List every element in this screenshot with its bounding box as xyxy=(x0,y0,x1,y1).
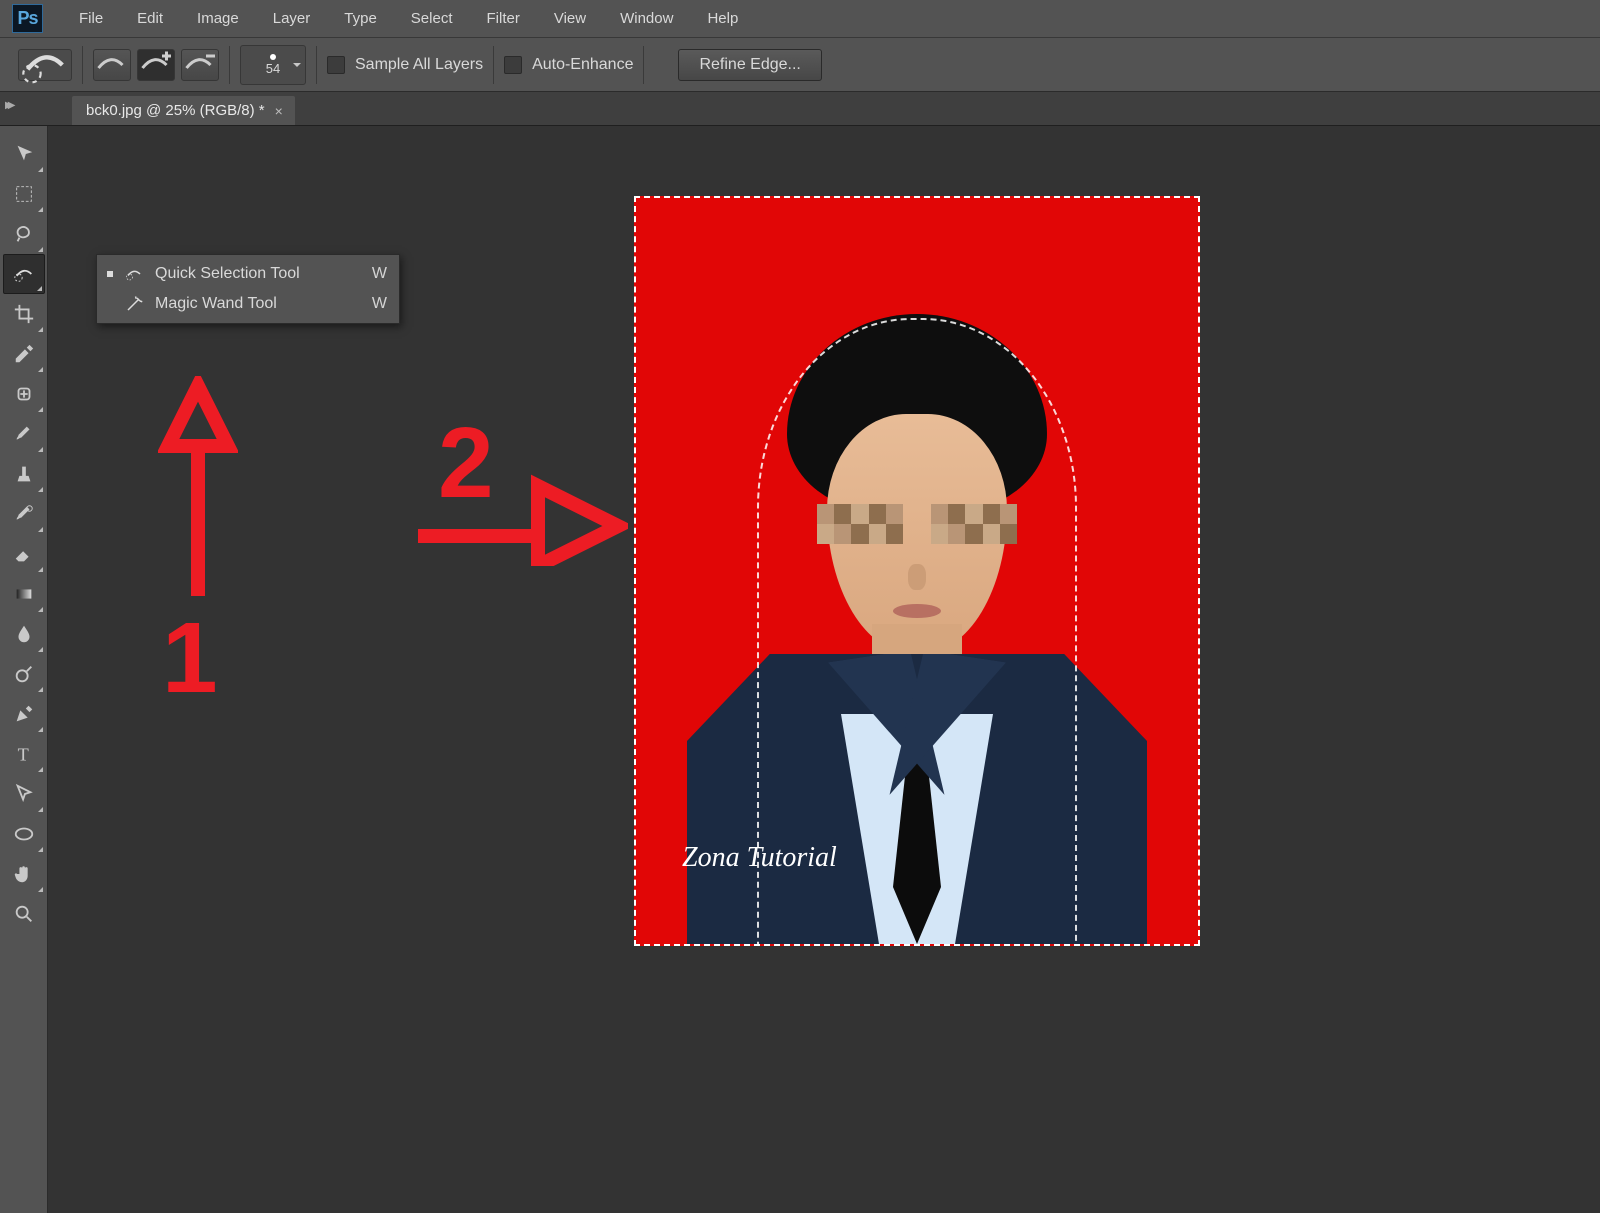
canvas-area[interactable]: Quick Selection Tool W Magic Wand Tool W… xyxy=(48,126,1600,1213)
annotation-number-2: 2 xyxy=(438,406,494,521)
menu-item-layer[interactable]: Layer xyxy=(257,5,327,32)
sample-all-layers-label: Sample All Layers xyxy=(355,56,483,74)
checkbox-sample-all-layers[interactable] xyxy=(327,56,345,74)
checkbox-auto-enhance[interactable] xyxy=(504,56,522,74)
menu-item-filter[interactable]: Filter xyxy=(471,5,536,32)
subtract-selection-button[interactable] xyxy=(181,49,219,81)
sample-all-layers-option[interactable]: Sample All Layers xyxy=(327,46,494,84)
type-tool[interactable]: T xyxy=(3,734,45,774)
new-selection-button[interactable] xyxy=(93,49,131,81)
dodge-tool[interactable] xyxy=(3,654,45,694)
selected-marker-icon xyxy=(107,271,113,277)
menu-item-help[interactable]: Help xyxy=(691,5,754,32)
menu-item-window[interactable]: Window xyxy=(604,5,689,32)
clone-stamp-tool[interactable] xyxy=(3,454,45,494)
flyout-item-quick-selection[interactable]: Quick Selection Tool W xyxy=(97,259,399,289)
healing-brush-tool[interactable] xyxy=(3,374,45,414)
close-icon[interactable]: × xyxy=(275,103,283,119)
crop-tool[interactable] xyxy=(3,294,45,334)
auto-enhance-label: Auto-Enhance xyxy=(532,56,633,74)
flyout-item-magic-wand[interactable]: Magic Wand Tool W xyxy=(97,289,399,319)
refine-edge-button[interactable]: Refine Edge... xyxy=(678,49,821,81)
zoom-tool[interactable] xyxy=(3,894,45,934)
menu-item-view[interactable]: View xyxy=(538,5,602,32)
flyout-label: Quick Selection Tool xyxy=(155,265,362,283)
app-logo: Ps xyxy=(12,4,43,33)
quick-selection-icon xyxy=(123,265,145,283)
flyout-shortcut: W xyxy=(372,265,387,283)
hand-tool[interactable] xyxy=(3,854,45,894)
selection-mode-group xyxy=(93,46,230,84)
annotation-arrow-1 xyxy=(158,376,238,596)
tool-flyout-menu: Quick Selection Tool W Magic Wand Tool W xyxy=(96,254,400,324)
eraser-tool[interactable] xyxy=(3,534,45,574)
workspace: T Quick Selection Tool W Magic Wand Tool… xyxy=(0,126,1600,1213)
toolbox: T xyxy=(0,126,48,1213)
move-tool[interactable] xyxy=(3,134,45,174)
app-logo-text: Ps xyxy=(17,8,37,29)
brush-size-value: 54 xyxy=(266,62,280,75)
menu-item-type[interactable]: Type xyxy=(328,5,393,32)
chevron-down-icon xyxy=(293,63,301,67)
menu-item-select[interactable]: Select xyxy=(395,5,469,32)
flyout-label: Magic Wand Tool xyxy=(155,295,362,313)
annotation-number-1: 1 xyxy=(162,601,218,716)
pixelated-eyes-left xyxy=(817,504,903,544)
path-selection-tool[interactable] xyxy=(3,774,45,814)
menu-item-image[interactable]: Image xyxy=(181,5,255,32)
options-bar: 54 Sample All Layers Auto-Enhance Refine… xyxy=(0,37,1600,92)
brush-picker[interactable]: 54 xyxy=(240,46,317,84)
menu-item-file[interactable]: File xyxy=(63,5,119,32)
gradient-tool[interactable] xyxy=(3,574,45,614)
brush-dot-icon xyxy=(270,54,276,60)
brush-tool[interactable] xyxy=(3,414,45,454)
quick-selection-icon xyxy=(18,49,72,81)
document-tab-title: bck0.jpg @ 25% (RGB/8) * xyxy=(86,102,265,119)
document-canvas[interactable]: Zona Tutorial xyxy=(634,196,1200,946)
shape-tool[interactable] xyxy=(3,814,45,854)
pixelated-eyes-right xyxy=(931,504,1017,544)
eyedropper-tool[interactable] xyxy=(3,334,45,374)
document-tab-strip: bck0.jpg @ 25% (RGB/8) * × xyxy=(0,92,1600,126)
watermark-text: Zona Tutorial xyxy=(682,842,837,874)
svg-text:T: T xyxy=(17,744,28,764)
add-selection-button[interactable] xyxy=(137,49,175,81)
quick-selection-tool[interactable] xyxy=(3,254,45,294)
current-tool-preset[interactable] xyxy=(18,46,83,84)
blur-tool[interactable] xyxy=(3,614,45,654)
lasso-tool[interactable] xyxy=(3,214,45,254)
auto-enhance-option[interactable]: Auto-Enhance xyxy=(504,46,644,84)
magic-wand-icon xyxy=(123,295,145,313)
history-brush-tool[interactable] xyxy=(3,494,45,534)
document-tab[interactable]: bck0.jpg @ 25% (RGB/8) * × xyxy=(72,96,295,125)
flyout-shortcut: W xyxy=(372,295,387,313)
menu-bar: Ps File Edit Image Layer Type Select Fil… xyxy=(0,0,1600,37)
pen-tool[interactable] xyxy=(3,694,45,734)
expand-panels-handle[interactable]: ▶▶ xyxy=(5,100,15,111)
menu-item-edit[interactable]: Edit xyxy=(121,5,179,32)
marquee-tool[interactable] xyxy=(3,174,45,214)
